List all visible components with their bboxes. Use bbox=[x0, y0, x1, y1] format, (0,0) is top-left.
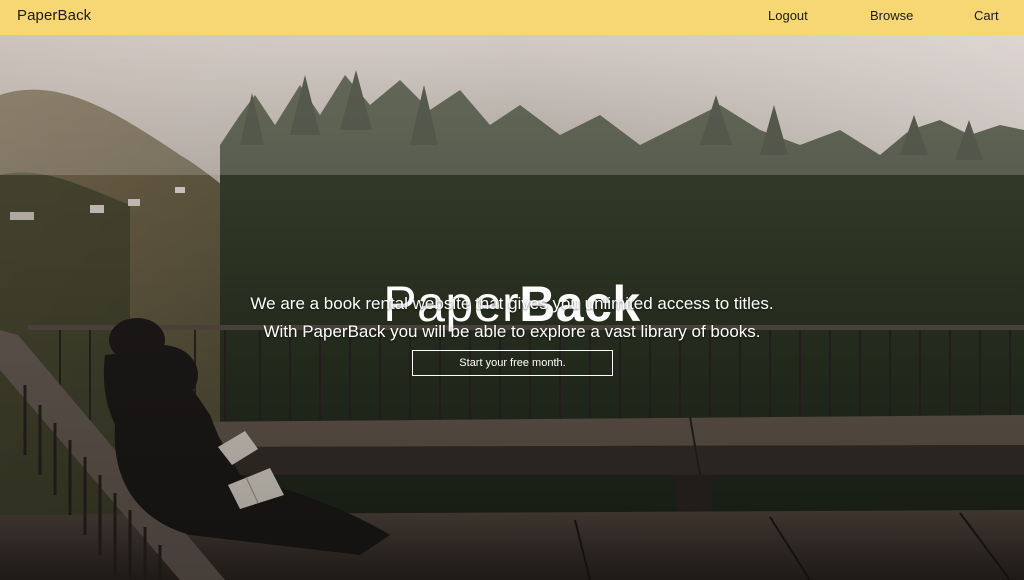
start-free-month-button[interactable]: Start your free month. bbox=[412, 350, 613, 376]
nav-logout-link[interactable]: Logout bbox=[768, 8, 808, 23]
hero-tagline-line2: With PaperBack you will be able to explo… bbox=[263, 322, 761, 341]
brand-logo-link[interactable]: PaperBack bbox=[17, 7, 91, 24]
top-navbar: PaperBack Logout Browse Cart bbox=[0, 0, 1024, 35]
hero-section: PaperBack We are a book rental website t… bbox=[0, 35, 1024, 580]
hero-tagline-line1: We are a book rental website that gives … bbox=[250, 294, 774, 313]
nav-cart-link[interactable]: Cart bbox=[974, 8, 999, 23]
nav-browse-link[interactable]: Browse bbox=[870, 8, 913, 23]
